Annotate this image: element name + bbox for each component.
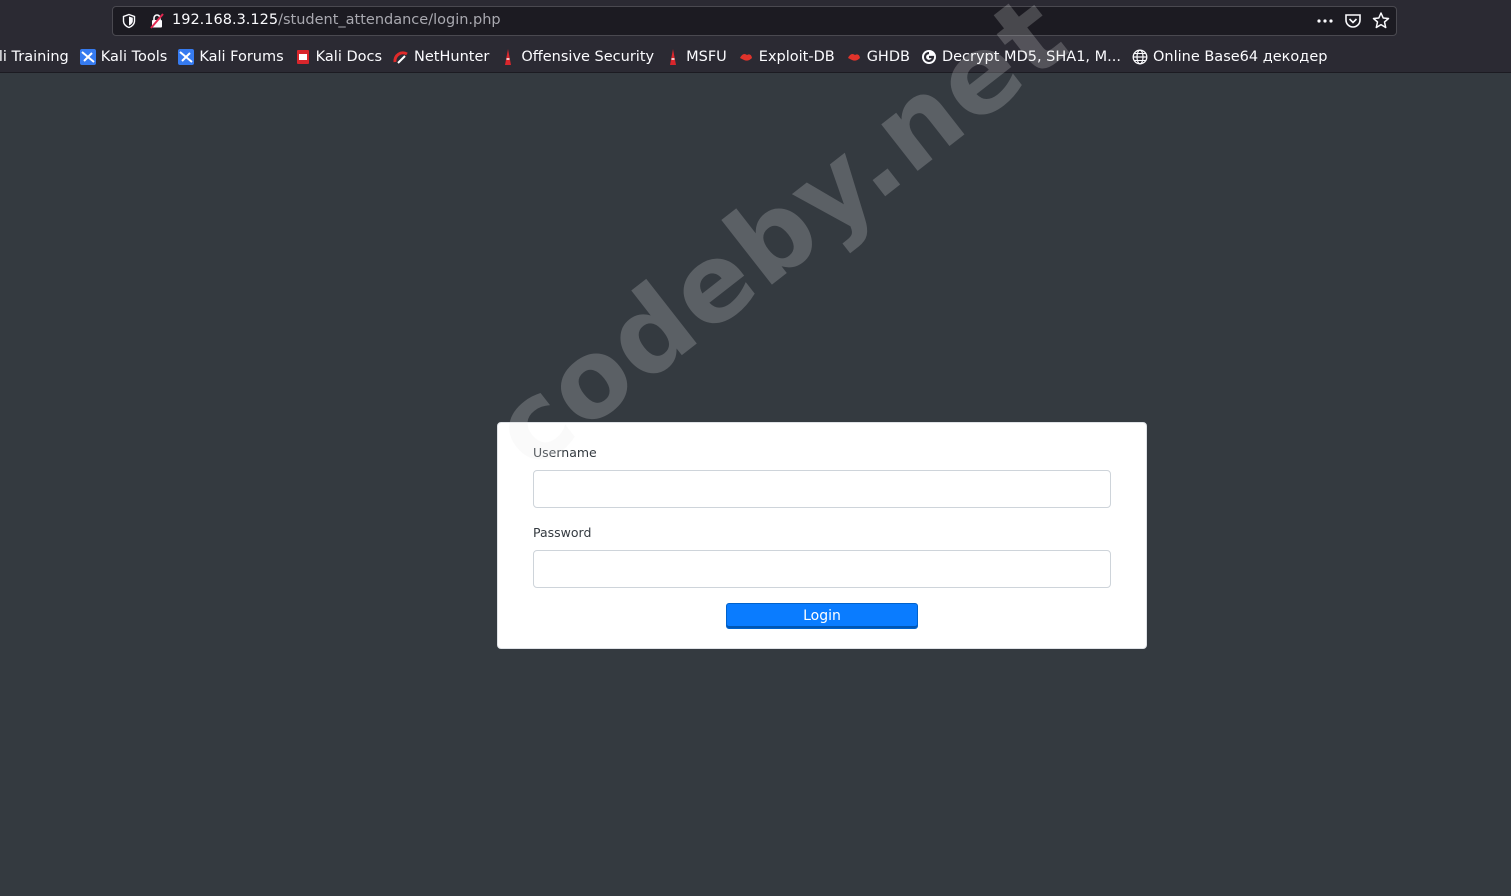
md5-icon xyxy=(921,49,937,65)
login-button[interactable]: Login xyxy=(726,603,918,629)
bookmark-label: NetHunter xyxy=(414,49,490,65)
bookmark-star-icon[interactable] xyxy=(1372,11,1390,31)
login-card: Username Password Login xyxy=(497,422,1147,649)
kali-icon xyxy=(79,49,96,65)
bookmark-nethunter[interactable]: NetHunter xyxy=(393,49,489,65)
bookmark-label: Decrypt MD5, SHA1, M... xyxy=(941,49,1121,65)
bookmark-label: GHDB xyxy=(866,49,910,65)
bookmark-label: Online Base64 декодер xyxy=(1152,49,1328,65)
nethunter-icon xyxy=(393,49,409,65)
username-label: Username xyxy=(533,445,597,460)
bookmark-offensive-security[interactable]: Offensive Security xyxy=(500,49,654,65)
kali-icon xyxy=(178,49,195,65)
globe-icon xyxy=(1132,49,1148,65)
url-host: 192.168.3.125 xyxy=(172,12,279,28)
address-bar[interactable]: 192.168.3.125/student_attendance/login.p… xyxy=(112,6,1397,36)
bookmark-label: Kali Docs xyxy=(315,49,383,65)
bookmark-label: ali Training xyxy=(0,49,69,65)
offsec-icon xyxy=(500,49,516,65)
page-actions-icon[interactable] xyxy=(1316,11,1334,31)
url-text[interactable]: 192.168.3.125/student_attendance/login.p… xyxy=(172,12,501,28)
kali-docs-icon xyxy=(295,49,311,65)
bookmark-label: Kali Tools xyxy=(100,49,168,65)
shield-icon[interactable] xyxy=(121,13,137,29)
bookmarks-toolbar: ali Training Kali Tools Kali Forums Kali… xyxy=(0,44,1511,70)
bookmark-kali-docs[interactable]: Kali Docs xyxy=(295,49,382,65)
bookmark-exploit-db[interactable]: Exploit-DB xyxy=(738,49,835,65)
bookmark-label: Exploit-DB xyxy=(758,49,835,65)
browser-chrome: 192.168.3.125/student_attendance/login.p… xyxy=(0,0,1511,73)
pocket-icon[interactable] xyxy=(1344,11,1362,31)
bookmark-label: Offensive Security xyxy=(521,49,655,65)
bookmark-base64-decoder[interactable]: Online Base64 декодер xyxy=(1132,49,1327,65)
password-label: Password xyxy=(533,525,592,540)
bookmark-decrypt-md5[interactable]: Decrypt MD5, SHA1, M... xyxy=(921,49,1121,65)
username-field[interactable] xyxy=(533,470,1111,508)
exploitdb-icon xyxy=(846,49,862,65)
bookmark-label: Kali Forums xyxy=(199,49,284,65)
password-field[interactable] xyxy=(533,550,1111,588)
insecure-lock-icon[interactable] xyxy=(149,13,165,29)
bookmark-msfu[interactable]: MSFU xyxy=(665,49,727,65)
bookmark-ghdb[interactable]: GHDB xyxy=(846,49,910,65)
exploitdb-icon xyxy=(738,49,754,65)
bookmark-kali-tools[interactable]: Kali Tools xyxy=(79,49,168,65)
url-path: /student_attendance/login.php xyxy=(278,12,501,28)
bookmark-label: MSFU xyxy=(686,49,727,65)
bookmark-kali-training[interactable]: ali Training xyxy=(0,49,69,65)
bookmark-kali-forums[interactable]: Kali Forums xyxy=(178,49,284,65)
offsec-icon xyxy=(665,49,681,65)
watermark: codeby.net xyxy=(470,0,1091,494)
